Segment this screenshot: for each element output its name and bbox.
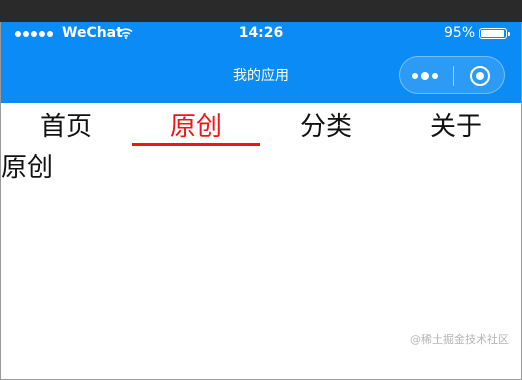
active-tab-underline	[132, 143, 260, 146]
tab-category[interactable]: 分类	[261, 111, 391, 143]
battery-fill	[481, 30, 504, 37]
status-bar: WeChat 14:26 95%	[1, 22, 521, 48]
tab-about[interactable]: 关于	[391, 111, 521, 143]
capsule-divider	[453, 66, 454, 86]
capsule-menu	[399, 56, 505, 94]
window-top-bar	[0, 0, 522, 22]
content-text: 原创	[1, 153, 54, 183]
watermark: @稀土掘金技术社区	[410, 333, 509, 346]
tab-original[interactable]: 原创	[131, 111, 261, 143]
status-time: 14:26	[238, 25, 284, 41]
more-dots-icon[interactable]	[412, 69, 442, 83]
tab-bar: 首页 原创 分类 关于	[1, 103, 521, 151]
target-close-icon[interactable]	[469, 65, 491, 87]
battery-icon	[479, 28, 507, 39]
battery-tip	[508, 32, 510, 36]
battery-percent: 95%	[444, 25, 476, 41]
tab-home[interactable]: 首页	[1, 111, 131, 143]
nav-bar: 我的应用	[1, 48, 521, 103]
phone-frame: WeChat 14:26 95% 我的应用 首页 原创 分类 关于 原创	[0, 22, 522, 380]
